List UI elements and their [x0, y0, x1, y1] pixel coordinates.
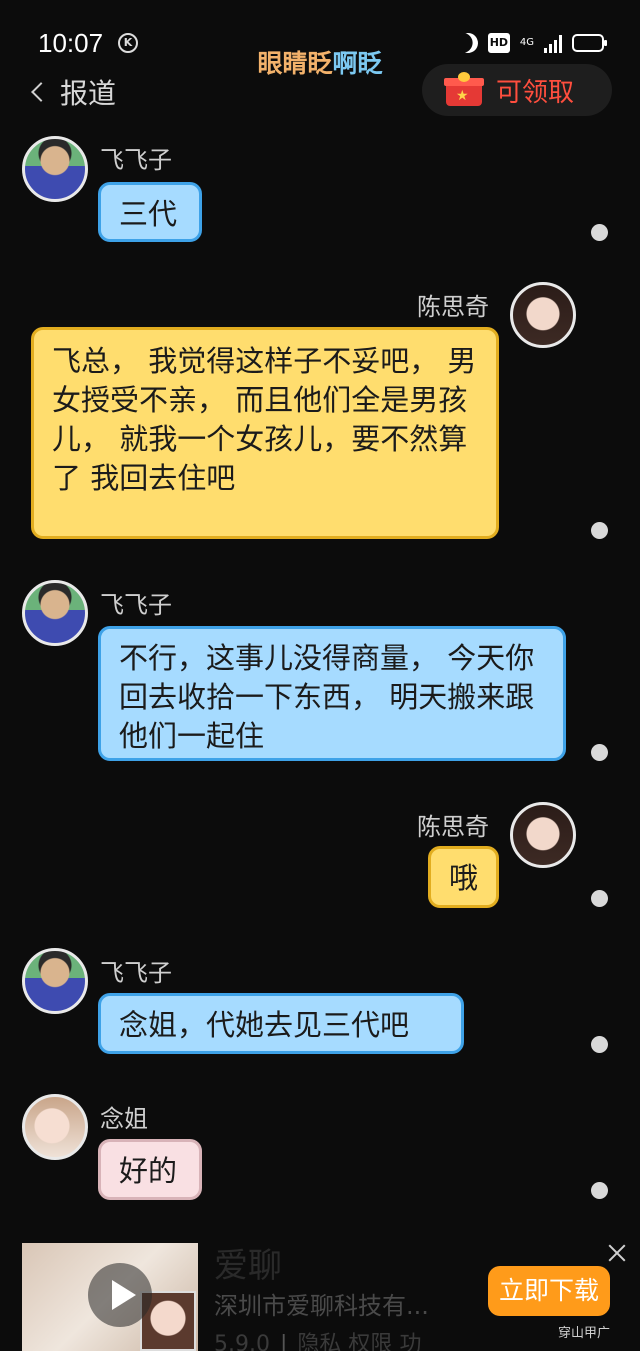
ad-permissions-link[interactable]: 权限: [348, 1332, 392, 1351]
chat-bubble: 飞总， 我觉得这样子不妥吧， 男女授受不亲， 而且他们全是男孩儿， 就我一个女孩…: [31, 327, 499, 539]
avatar-chensiqi[interactable]: [510, 802, 576, 868]
sender-name: 飞飞子: [100, 959, 172, 987]
sender-name: 念姐: [100, 1105, 148, 1133]
ad-version: 5.9.0: [214, 1332, 270, 1351]
chat-bubble: 好的: [98, 1139, 202, 1200]
chat-bubble: 哦: [428, 846, 499, 908]
ad-features-link[interactable]: 功: [399, 1332, 421, 1351]
reward-label: 可领取: [496, 77, 575, 108]
ad-app-name: 爱聊: [214, 1246, 282, 1286]
title-part-2: 啊眨: [332, 49, 383, 78]
download-button[interactable]: 立即下载: [488, 1266, 610, 1316]
read-status-dot: [591, 1182, 608, 1199]
chat-bubble: 三代: [98, 182, 202, 242]
chat-bubble: 不行，这事儿没得商量， 今天你回去收拾一下东西， 明天搬来跟他们一起住: [98, 626, 566, 761]
ad-company: 深圳市爱聊科技有...: [214, 1292, 429, 1320]
sender-name: 飞飞子: [100, 146, 172, 174]
avatar-feifeizi[interactable]: [22, 948, 88, 1014]
ad-thumbnail[interactable]: [22, 1243, 198, 1351]
close-icon[interactable]: [606, 1242, 628, 1264]
read-status-dot: [591, 744, 608, 761]
gift-icon: ★: [444, 72, 484, 106]
sender-name: 飞飞子: [100, 591, 172, 619]
avatar-nianjie[interactable]: [22, 1094, 88, 1160]
read-status-dot: [591, 224, 608, 241]
sender-name: 陈思奇: [417, 813, 489, 841]
avatar-chensiqi[interactable]: [510, 282, 576, 348]
title-part-1: 眼睛眨: [257, 49, 333, 78]
reward-button[interactable]: ★ 可领取: [422, 64, 612, 116]
read-status-dot: [591, 890, 608, 907]
ad-privacy-link[interactable]: 隐私: [297, 1332, 341, 1351]
chat-bubble: 念姐，代她去见三代吧: [98, 993, 464, 1054]
ad-meta: 5.9.0 | 隐私 权限 功: [214, 1326, 421, 1351]
play-icon[interactable]: [88, 1263, 152, 1327]
ad-banner[interactable]: 爱聊 深圳市爱聊科技有... 5.9.0 | 隐私 权限 功 立即下载 穿山甲广: [0, 1230, 640, 1351]
sender-name: 陈思奇: [417, 293, 489, 321]
chevron-left-icon: [31, 82, 51, 102]
avatar-feifeizi[interactable]: [22, 580, 88, 646]
read-status-dot: [591, 1036, 608, 1053]
read-status-dot: [591, 522, 608, 539]
ad-source-label: 穿山甲广: [558, 1326, 611, 1341]
avatar-feifeizi[interactable]: [22, 136, 88, 202]
